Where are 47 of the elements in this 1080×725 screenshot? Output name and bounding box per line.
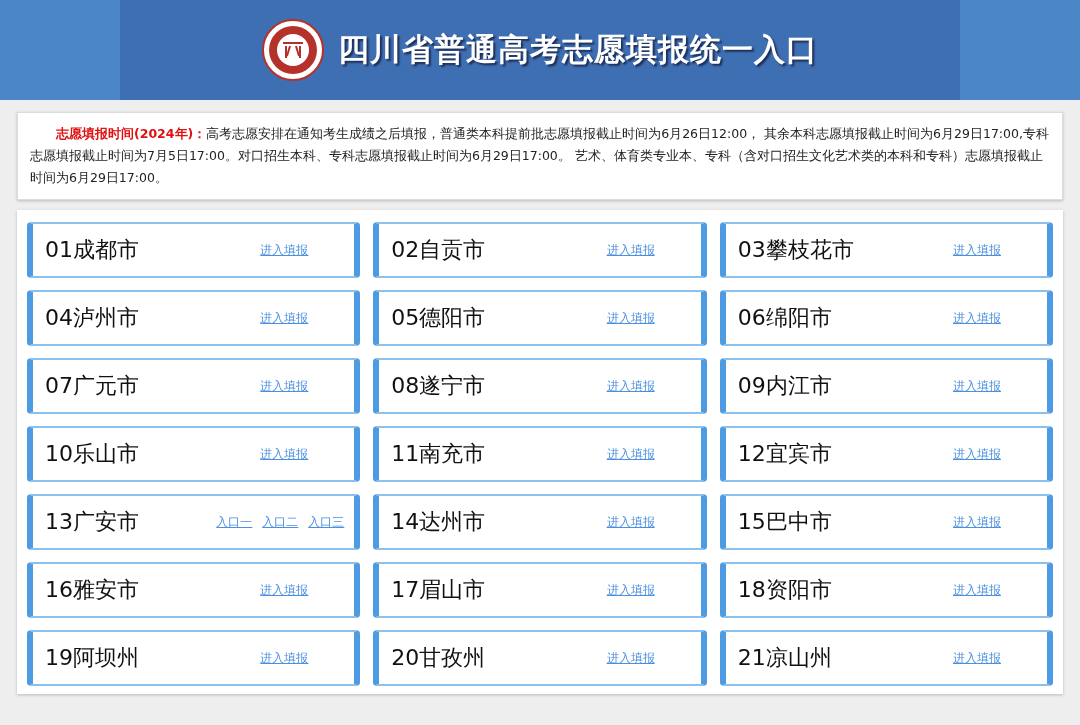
city-name: 07广元市 (45, 372, 140, 400)
entry-link[interactable]: 进入填报 (953, 309, 1001, 327)
city-name: 14达州市 (391, 508, 487, 536)
city-name: 17眉山市 (391, 576, 487, 604)
city-name: 21凉山州 (737, 644, 833, 672)
city-name: 06绵阳市 (737, 304, 833, 332)
city-name: 18资阳市 (737, 576, 833, 604)
entry-link[interactable]: 进入填报 (606, 513, 655, 531)
entry-link[interactable]: 进入填报 (606, 445, 655, 463)
entry-link[interactable]: 入口二 (262, 513, 299, 531)
page-title: 四川省普通高考志愿填报统一入口 (338, 30, 818, 69)
entry-link[interactable]: 进入填报 (606, 309, 655, 327)
entry-link[interactable]: 进入填报 (606, 241, 655, 259)
entry-link[interactable]: 进入填报 (953, 377, 1001, 395)
city-name: 10乐山市 (45, 440, 140, 468)
entry-link[interactable]: 进入填报 (606, 377, 655, 395)
city-name: 11南充市 (391, 440, 487, 468)
entry-link[interactable]: 进入填报 (260, 581, 309, 599)
city-name: 02自贡市 (391, 236, 487, 264)
entry-link[interactable]: 入口一 (216, 513, 253, 531)
city-name: 20甘孜州 (391, 644, 487, 672)
entry-link[interactable]: 进入填报 (953, 241, 1001, 259)
entry-link[interactable]: 进入填报 (260, 241, 309, 259)
entry-link[interactable]: 进入填报 (606, 649, 655, 667)
city-name: 12宜宾市 (737, 440, 833, 468)
entry-link[interactable]: 入口三 (308, 513, 345, 531)
city-name: 04泸州市 (45, 304, 140, 332)
city-name: 01成都市 (45, 236, 140, 264)
entry-link[interactable]: 进入填报 (606, 581, 655, 599)
city-name: 09内江市 (737, 372, 833, 400)
entry-link[interactable]: 进入填报 (953, 581, 1001, 599)
city-name: 15巴中市 (737, 508, 833, 536)
entry-link[interactable]: 进入填报 (260, 377, 309, 395)
city-name: 03攀枝花市 (737, 236, 855, 264)
entry-link[interactable]: 进入填报 (260, 649, 309, 667)
entry-link[interactable]: 进入填报 (953, 445, 1001, 463)
city-name: 19阿坝州 (45, 644, 140, 672)
entry-link[interactable]: 进入填报 (953, 649, 1001, 667)
notice-text: 志愿填报时间(2024年)：高考志愿安排在通知考生成绩之后填报，普通类本科提前批志愿填报截止时间为6月26日12:00， 其余本科志愿填报截止时间为6月29日17:00,专科志愿填报截止时间为7月5日17:00。对口招生本科、专科志愿填报截止时间为6月29日17:00。 艺术、体育类专业本、专科（含对口招生文化艺术类的本科和专科）志愿填报截止时间为6月29日17:00。 (17, 112, 1063, 200)
emblem-icon (262, 19, 324, 81)
entry-link[interactable]: 进入填报 (260, 309, 309, 327)
city-name: 16雅安市 (45, 576, 140, 604)
city-name: 08遂宁市 (391, 372, 487, 400)
city-name: 13广安市 (45, 508, 140, 536)
entry-link[interactable]: 进入填报 (260, 445, 309, 463)
entry-link[interactable]: 进入填报 (953, 513, 1001, 531)
city-name: 05德阳市 (391, 304, 487, 332)
